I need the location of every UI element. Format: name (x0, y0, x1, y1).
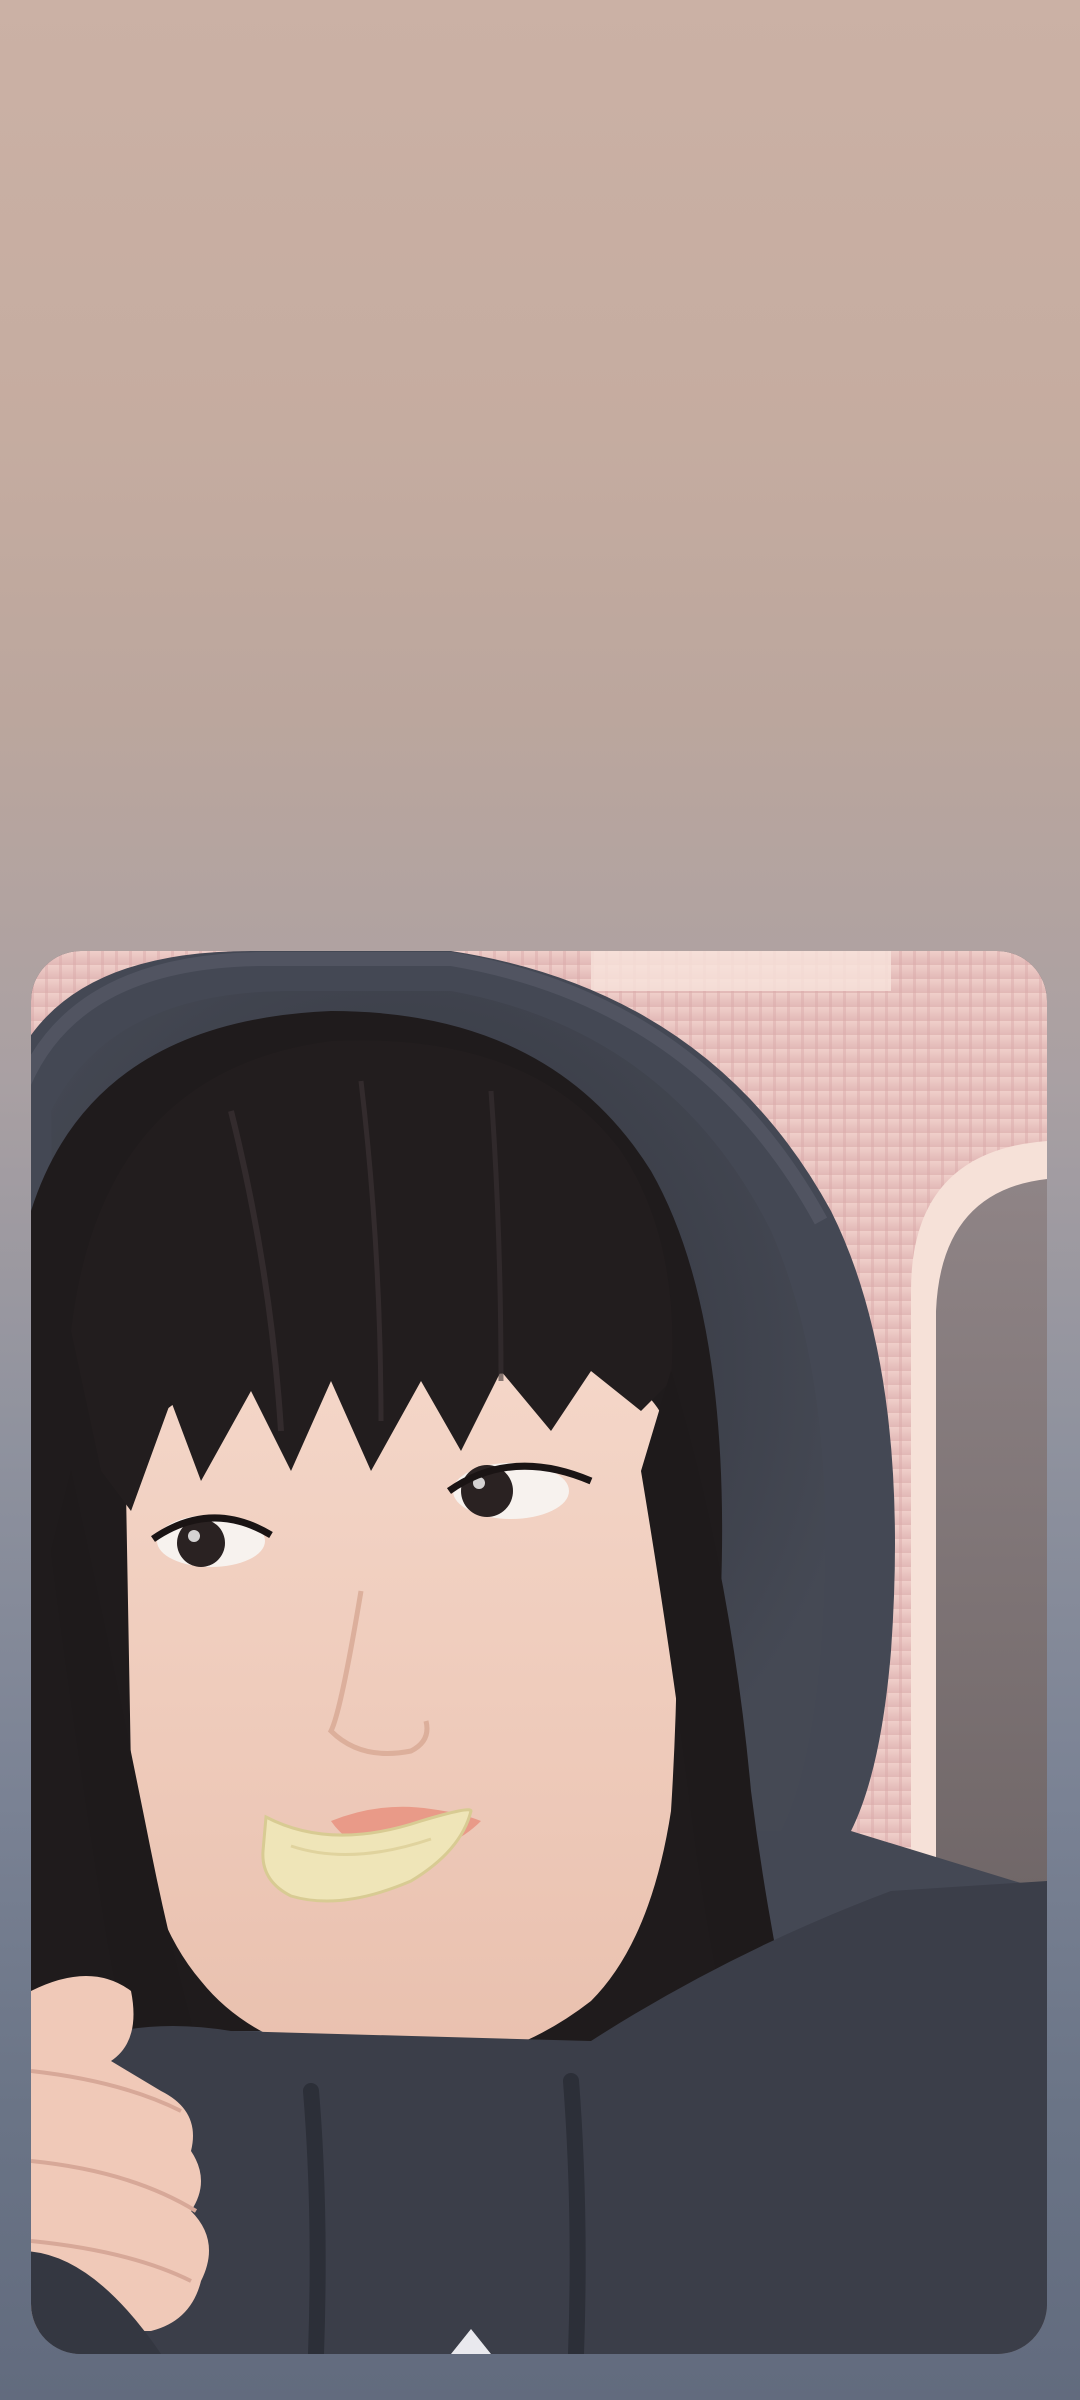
face (126, 1371, 678, 2067)
story-screen (0, 0, 1080, 2400)
drawstring-right (563, 2073, 586, 2354)
photo-illustration (31, 951, 1047, 2354)
drawstring-left (303, 2083, 326, 2354)
story-photo[interactable] (31, 951, 1047, 2354)
